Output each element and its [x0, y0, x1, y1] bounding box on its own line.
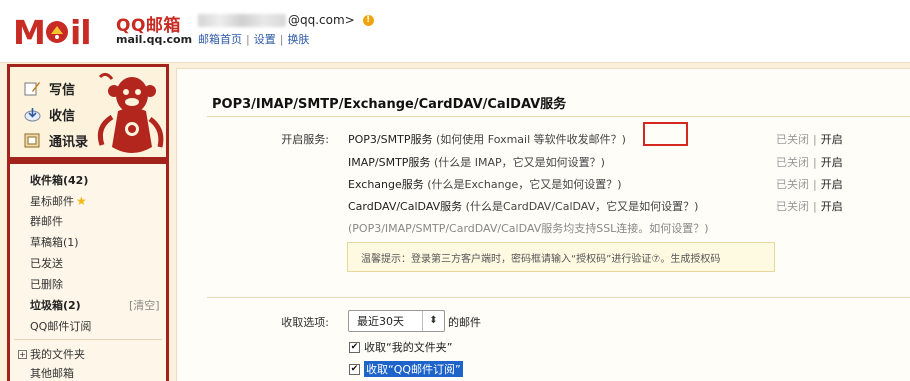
enable-caldav-button[interactable]: 开启 — [821, 200, 843, 213]
contacts-icon — [24, 133, 40, 148]
account-info[interactable]: @qq.com> ! — [198, 13, 374, 27]
enable-services-label: 开启服务: — [281, 133, 329, 146]
sidebar-divider — [14, 339, 162, 340]
link-settings[interactable]: 设置 — [254, 33, 276, 46]
brand-domain: mail.qq.com — [116, 33, 193, 46]
my-folders-toggle[interactable]: + 我的文件夹 — [18, 346, 85, 362]
service-row-pop3: POP3/SMTP服务 (如何使用 Foxmail 等软件收发邮件？) — [348, 131, 626, 147]
service-row-imap: IMAP/SMTP服务 (什么是 IMAP，它又是如何设置？) — [348, 154, 605, 170]
title-divider — [207, 116, 910, 117]
page-title: POP3/IMAP/SMTP/Exchange/CardDAV/CalDAV服务 — [212, 97, 567, 112]
link-mail-home[interactable]: 邮箱首页 — [198, 33, 242, 46]
section-divider — [207, 297, 910, 298]
enable-imap-button[interactable]: 开启 — [821, 156, 843, 169]
contacts-button[interactable]: 通讯录 — [24, 131, 88, 150]
select-arrow-icon[interactable]: ⬍ — [422, 311, 444, 331]
ssl-note[interactable]: (POP3/IMAP/SMTP/CardDAV/CalDAV服务均支持SSL连接… — [348, 220, 709, 236]
folder-inbox[interactable]: 收件箱(42) — [30, 172, 88, 188]
star-icon: ★ — [76, 194, 87, 208]
settings-panel: POP3/IMAP/SMTP/Exchange/CardDAV/CalDAV服务… — [176, 68, 910, 381]
account-email-suffix: @qq.com> — [288, 13, 355, 27]
service-status-pop3: 已关闭 | 开启 — [776, 131, 843, 147]
top-links: 邮箱首页 | 设置 | 换肤 — [198, 31, 309, 47]
svg-text:il: il — [70, 13, 91, 50]
pop3-enable-highlight-box — [643, 122, 688, 146]
checkbox-my-folders-label: 收取“我的文件夹” — [364, 341, 453, 354]
folder-deleted[interactable]: 已删除 — [30, 276, 63, 292]
contacts-label: 通讯录 — [49, 135, 89, 150]
folder-subscriptions[interactable]: QQ邮件订阅 — [30, 318, 91, 334]
my-folders-label: 我的文件夹 — [30, 348, 85, 361]
folder-starred[interactable]: 星标邮件 ★ — [30, 193, 87, 209]
blurred-account-name — [198, 13, 286, 27]
status-separator: | — [813, 156, 817, 169]
folder-starred-label: 星标邮件 — [30, 195, 74, 208]
service-name: Exchange服务 — [348, 178, 424, 191]
receive-label: 收信 — [49, 109, 76, 124]
status-off: 已关闭 — [776, 133, 809, 146]
folder-group-mail[interactable]: 群邮件 — [30, 213, 63, 229]
warning-icon[interactable]: ! — [362, 14, 374, 26]
sidebar-actions-panel: 写信 收信 通讯录 — [10, 67, 166, 157]
enable-pop3-button[interactable]: 开启 — [821, 133, 843, 146]
qq-mail-logo[interactable]: M il — [13, 12, 113, 50]
service-help-link[interactable]: (什么是CardDAV/CalDAV，它又是如何设置？) — [466, 200, 699, 213]
auth-code-tip[interactable]: 温馨提示：登录第三方客户端时，密码框请输入“授权码”进行验证⑦。生成授权码 — [347, 242, 775, 272]
other-mailboxes[interactable]: 其他邮箱 — [30, 365, 74, 381]
compose-button[interactable]: 写信 — [24, 79, 75, 98]
link-separator: | — [246, 33, 250, 46]
receive-options-label: 收取选项: — [281, 316, 329, 329]
folder-spam[interactable]: 垃圾箱(2) — [30, 297, 81, 313]
receive-button[interactable]: 收信 — [24, 105, 75, 124]
expand-icon[interactable]: + — [18, 349, 27, 359]
service-name: IMAP/SMTP服务 — [348, 156, 431, 169]
folder-drafts[interactable]: 草稿箱(1) — [30, 234, 79, 250]
status-off: 已关闭 — [776, 156, 809, 169]
service-help-link[interactable]: (什么是 IMAP，它又是如何设置？) — [434, 156, 605, 169]
status-off: 已关闭 — [776, 178, 809, 191]
status-off: 已关闭 — [776, 200, 809, 213]
folder-sent[interactable]: 已发送 — [30, 255, 63, 271]
service-help-link[interactable]: (什么是Exchange，它又是如何设置？) — [427, 178, 621, 191]
receive-range-suffix: 的邮件 — [448, 316, 481, 329]
sidebar-separator-band — [10, 157, 166, 164]
service-row-caldav: CardDAV/CalDAV服务 (什么是CardDAV/CalDAV，它又是如… — [348, 198, 698, 214]
link-separator: | — [279, 33, 284, 46]
enable-exchange-button[interactable]: 开启 — [821, 178, 843, 191]
checkbox-my-folders[interactable]: ✔ — [349, 341, 360, 353]
compose-label: 写信 — [49, 83, 76, 98]
empty-spam-link[interactable]: [清空] — [129, 297, 160, 313]
inbox-receive-icon — [24, 108, 41, 122]
svg-text:M: M — [13, 13, 45, 50]
receive-range-select[interactable]: 最近30天 ⬍ — [348, 310, 445, 332]
status-separator: | — [813, 133, 817, 146]
header: M il QQ邮箱 mail.qq.com @qq.com> ! 邮箱首页 | 设置… — [0, 0, 910, 62]
service-name: POP3/SMTP服务 — [348, 133, 433, 146]
status-separator: | — [813, 200, 817, 213]
status-separator: | — [813, 178, 817, 191]
checkbox-subscriptions[interactable]: ✔ — [349, 363, 360, 375]
service-name: CardDAV/CalDAV服务 — [348, 200, 463, 213]
service-status-imap: 已关闭 | 开启 — [776, 154, 843, 170]
monkey-papercut-decoration — [97, 72, 164, 153]
service-help-link[interactable]: (如何使用 Foxmail 等软件收发邮件？) — [436, 133, 626, 146]
receive-range-value: 最近30天 — [357, 315, 404, 328]
checkbox-row-my-folders[interactable]: ✔ 收取“我的文件夹” — [349, 339, 452, 355]
service-status-exchange: 已关闭 | 开启 — [776, 176, 843, 192]
service-row-exchange: Exchange服务 (什么是Exchange，它又是如何设置？) — [348, 176, 622, 192]
checkbox-subscriptions-label: 收取“QQ邮件订阅” — [364, 361, 463, 377]
sidebar: 写信 收信 通讯录 收件箱(42) 星标邮件 ★ 群邮件 草稿箱(1) 已发送 … — [7, 64, 169, 381]
service-status-caldav: 已关闭 | 开启 — [776, 198, 843, 214]
checkbox-row-subscriptions[interactable]: ✔ 收取“QQ邮件订阅” — [349, 361, 463, 377]
compose-icon — [24, 82, 40, 96]
link-change-skin[interactable]: 换肤 — [287, 33, 309, 46]
